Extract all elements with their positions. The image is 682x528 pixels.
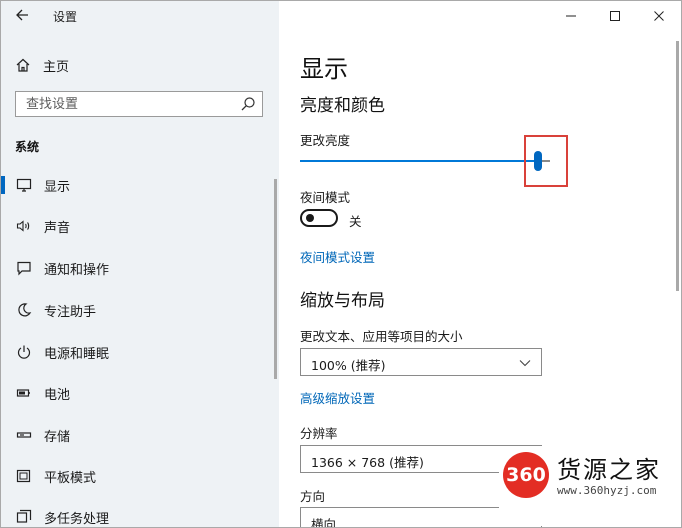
- battery-icon: [16, 385, 32, 401]
- brightness-heading: 亮度和颜色: [300, 96, 385, 116]
- home-icon: [16, 58, 30, 72]
- page-title: 显示: [300, 55, 348, 83]
- nav-home[interactable]: 主页: [15, 55, 69, 75]
- resolution-value: 1366 × 768 (推荐): [311, 455, 424, 470]
- minimize-icon: [566, 15, 576, 17]
- sidebar-item-notifications[interactable]: 通知和操作: [1, 250, 277, 286]
- sidebar-item-multitasking[interactable]: 多任务处理: [1, 499, 277, 527]
- nav-home-label: 主页: [43, 59, 70, 75]
- sidebar: 设置 主页 系统 显示 声音: [1, 1, 279, 527]
- search-input[interactable]: [16, 92, 246, 116]
- sidebar-item-power[interactable]: 电源和睡眠: [1, 334, 277, 370]
- toggle-knob: [306, 214, 314, 222]
- sidebar-item-sound[interactable]: 声音: [1, 208, 277, 244]
- sidebar-item-label: 多任务处理: [44, 511, 110, 527]
- night-mode-state: 关: [349, 214, 362, 229]
- sidebar-item-label: 存储: [44, 429, 71, 445]
- section-label: 系统: [15, 140, 40, 154]
- night-mode-toggle[interactable]: [300, 209, 338, 227]
- chevron-down-icon: [519, 360, 531, 367]
- brightness-label: 更改亮度: [300, 133, 351, 148]
- scale-value: 100% (推荐): [311, 358, 386, 373]
- sidebar-item-label: 声音: [44, 220, 71, 236]
- sidebar-item-focus-assist[interactable]: 专注助手: [1, 292, 277, 328]
- sidebar-item-label: 电池: [44, 387, 71, 403]
- speaker-icon: [16, 218, 32, 234]
- power-icon: [16, 344, 32, 360]
- minimize-button[interactable]: [549, 1, 593, 31]
- sidebar-item-label: 专注助手: [44, 304, 97, 320]
- sidebar-item-display[interactable]: 显示: [1, 167, 277, 203]
- search-icon[interactable]: [240, 96, 256, 112]
- watermark: 360 货源之家 www.360hyzj.com: [499, 446, 681, 526]
- maximize-icon: [610, 11, 620, 21]
- storage-icon: [16, 427, 32, 443]
- close-icon: [654, 11, 664, 21]
- sidebar-item-label: 平板模式: [44, 470, 97, 486]
- watermark-name: 货源之家: [557, 456, 661, 484]
- brightness-slider[interactable]: [300, 149, 550, 173]
- slider-track-filled: [300, 160, 538, 162]
- scale-dropdown[interactable]: 100% (推荐): [300, 348, 542, 376]
- maximize-button[interactable]: [593, 1, 637, 31]
- watermark-badge-text: 360: [506, 464, 546, 486]
- sidebar-item-storage[interactable]: 存储: [1, 417, 277, 453]
- orientation-label: 方向: [300, 489, 326, 504]
- back-arrow-icon: [16, 9, 28, 21]
- window-title: 设置: [53, 10, 78, 24]
- multitask-icon: [16, 509, 32, 525]
- tablet-icon: [16, 468, 32, 484]
- notification-icon: [16, 260, 32, 276]
- sidebar-item-label: 通知和操作: [44, 262, 110, 278]
- night-mode-settings-link[interactable]: 夜间模式设置: [300, 247, 375, 266]
- advanced-scaling-link[interactable]: 高级缩放设置: [300, 388, 375, 407]
- moon-icon: [16, 302, 32, 318]
- orientation-value: 横向: [311, 517, 337, 527]
- search-box[interactable]: [15, 91, 263, 117]
- sidebar-item-tablet-mode[interactable]: 平板模式: [1, 458, 277, 494]
- close-button[interactable]: [637, 1, 681, 31]
- watermark-url: www.360hyzj.com: [557, 484, 657, 497]
- monitor-icon: [16, 177, 32, 193]
- highlight-box: [524, 135, 568, 187]
- window-controls: [549, 1, 681, 31]
- main-scrollbar[interactable]: [676, 41, 679, 291]
- watermark-badge: 360: [503, 452, 549, 498]
- sidebar-item-label: 显示: [44, 179, 71, 195]
- sidebar-item-battery[interactable]: 电池: [1, 375, 277, 411]
- night-mode-label: 夜间模式: [300, 190, 351, 205]
- scale-label: 更改文本、应用等项目的大小: [300, 329, 463, 344]
- resolution-label: 分辨率: [300, 426, 338, 441]
- layout-heading: 缩放与布局: [300, 291, 385, 311]
- back-button[interactable]: [13, 5, 33, 25]
- sidebar-item-label: 电源和睡眠: [44, 346, 110, 362]
- sidebar-scrollbar[interactable]: [274, 179, 277, 379]
